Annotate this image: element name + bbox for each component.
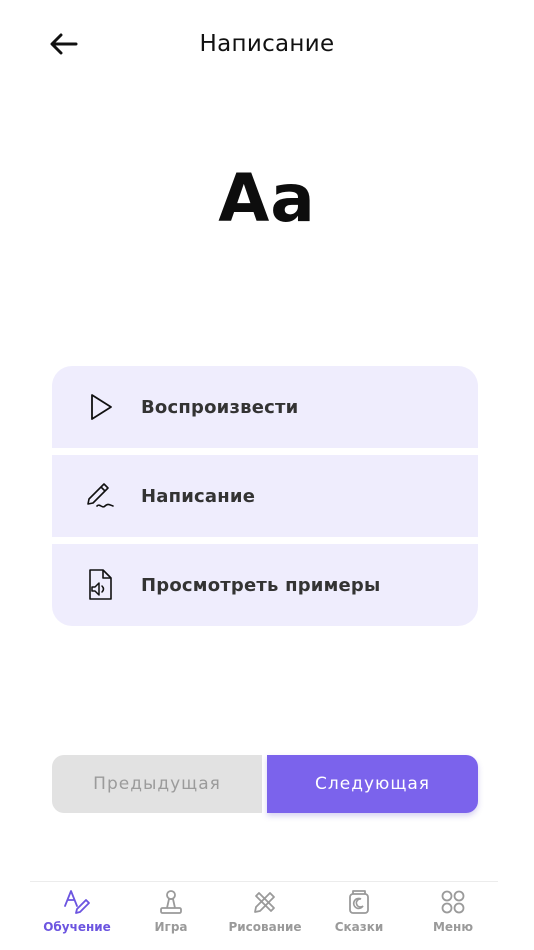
tab-tales[interactable]: Сказки xyxy=(312,888,406,948)
write-label: Написание xyxy=(141,485,256,507)
tab-tales-label: Сказки xyxy=(334,920,384,934)
tab-drawing-label: Рисование xyxy=(228,920,302,934)
tab-menu-label: Меню xyxy=(432,920,474,934)
header: Написание xyxy=(0,0,534,90)
menu-grid-icon xyxy=(441,890,465,914)
tab-game-label: Игра xyxy=(154,920,188,934)
write-button[interactable]: Написание xyxy=(52,455,478,537)
view-examples-button[interactable]: Просмотреть примеры xyxy=(52,544,478,626)
tab-menu[interactable]: Меню xyxy=(406,888,500,948)
audio-file-icon xyxy=(82,567,118,603)
tab-learning[interactable]: Обучение xyxy=(30,888,124,948)
next-button[interactable]: Следующая xyxy=(267,755,478,813)
play-label: Воспроизвести xyxy=(141,396,299,418)
learning-icon xyxy=(64,890,90,914)
tales-icon xyxy=(349,890,369,914)
previous-button[interactable]: Предыдущая xyxy=(52,755,262,813)
pen-write-icon xyxy=(82,478,118,514)
tab-drawing[interactable]: Рисование xyxy=(218,888,312,948)
letter-display: Аа xyxy=(218,160,316,237)
play-icon xyxy=(82,389,118,425)
tab-learning-label: Обучение xyxy=(43,920,111,934)
bottom-tab-bar: Обучение Игра Рисование Сказки Меню xyxy=(30,881,498,950)
tab-game[interactable]: Игра xyxy=(124,888,218,948)
play-button[interactable]: Воспроизвести xyxy=(52,366,478,448)
game-icon xyxy=(160,890,182,914)
page-title: Написание xyxy=(199,31,335,57)
drawing-icon xyxy=(254,892,275,913)
view-examples-label: Просмотреть примеры xyxy=(141,574,381,596)
